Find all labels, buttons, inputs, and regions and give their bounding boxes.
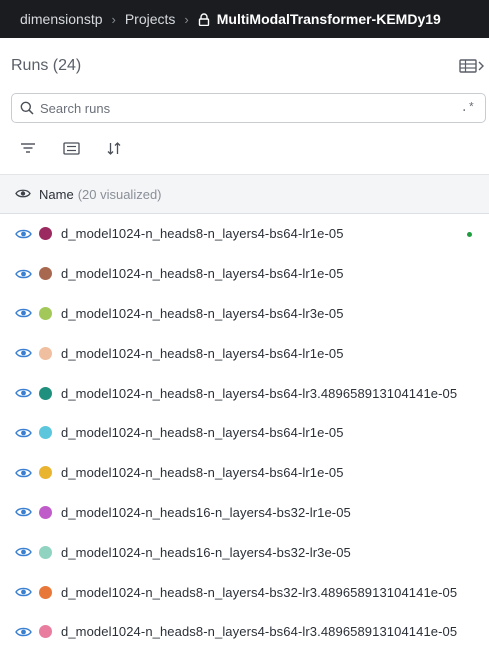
breadcrumb-separator: › <box>184 11 189 27</box>
breadcrumb-separator: › <box>111 11 116 27</box>
sort-button[interactable] <box>104 138 124 158</box>
run-color-swatch[interactable] <box>39 585 52 599</box>
run-color-swatch[interactable] <box>39 466 52 480</box>
run-name[interactable]: d_model1024-n_heads16-n_layers4-bs32-lr3… <box>61 545 351 560</box>
filter-button[interactable] <box>18 138 38 158</box>
search-input[interactable] <box>40 100 461 116</box>
table-toggle-icon <box>459 58 485 79</box>
run-color-swatch[interactable] <box>39 505 52 519</box>
eye-icon[interactable] <box>15 347 32 359</box>
eye-icon[interactable] <box>15 427 32 439</box>
run-row[interactable]: d_model1024-n_heads8-n_layers4-bs64-lr3e… <box>0 294 489 334</box>
run-row[interactable]: d_model1024-n_heads8-n_layers4-bs64-lr1e… <box>0 453 489 493</box>
breadcrumb-entity[interactable]: dimensionstp <box>20 11 103 27</box>
run-color-swatch[interactable] <box>39 346 52 360</box>
eye-icon[interactable] <box>15 586 32 598</box>
table-toggle-button[interactable] <box>459 58 485 79</box>
breadcrumb-project[interactable]: MultiModalTransformer-KEMDy19 <box>198 11 441 27</box>
runs-title: Runs (24) <box>11 57 82 74</box>
run-row[interactable]: d_model1024-n_heads16-n_layers4-bs32-lr1… <box>0 493 489 533</box>
run-color-swatch[interactable] <box>39 267 52 281</box>
run-color-swatch[interactable] <box>39 306 52 320</box>
eye-icon[interactable] <box>15 387 32 399</box>
run-name[interactable]: d_model1024-n_heads16-n_layers4-bs32-lr1… <box>61 505 351 520</box>
eye-icon[interactable] <box>15 228 32 240</box>
eye-icon[interactable] <box>15 187 31 202</box>
breadcrumb-projects[interactable]: Projects <box>125 11 176 27</box>
run-name[interactable]: d_model1024-n_heads8-n_layers4-bs64-lr1e… <box>61 226 344 241</box>
eye-icon[interactable] <box>15 268 32 280</box>
run-name[interactable]: d_model1024-n_heads8-n_layers4-bs64-lr3.… <box>61 386 457 401</box>
group-icon <box>62 141 80 155</box>
group-button[interactable] <box>61 138 81 158</box>
run-color-swatch[interactable] <box>39 386 52 400</box>
run-name[interactable]: d_model1024-n_heads8-n_layers4-bs64-lr1e… <box>61 425 344 440</box>
search-box: .* <box>11 93 486 123</box>
visualized-count: (20 visualized) <box>77 186 162 202</box>
run-name[interactable]: d_model1024-n_heads8-n_layers4-bs64-lr1e… <box>61 266 344 281</box>
run-name[interactable]: d_model1024-n_heads8-n_layers4-bs64-lr1e… <box>61 346 344 361</box>
run-row[interactable]: d_model1024-n_heads8-n_layers4-bs64-lr3.… <box>0 612 489 646</box>
sort-icon <box>107 141 121 155</box>
run-row[interactable]: d_model1024-n_heads8-n_layers4-bs64-lr1e… <box>0 254 489 294</box>
lock-icon <box>198 12 210 26</box>
running-status-dot <box>467 232 472 237</box>
run-name[interactable]: d_model1024-n_heads8-n_layers4-bs64-lr1e… <box>61 465 344 480</box>
run-row[interactable]: d_model1024-n_heads8-n_layers4-bs64-lr3.… <box>0 373 489 413</box>
run-name[interactable]: d_model1024-n_heads8-n_layers4-bs32-lr3.… <box>61 585 457 600</box>
run-name[interactable]: d_model1024-n_heads8-n_layers4-bs64-lr3e… <box>61 306 344 321</box>
eye-icon[interactable] <box>15 506 32 518</box>
eye-icon[interactable] <box>15 307 32 319</box>
run-row[interactable]: d_model1024-n_heads16-n_layers4-bs32-lr3… <box>0 532 489 572</box>
run-name[interactable]: d_model1024-n_heads8-n_layers4-bs64-lr3.… <box>61 624 457 639</box>
regex-toggle[interactable]: .* <box>461 101 475 115</box>
run-row[interactable]: d_model1024-n_heads8-n_layers4-bs64-lr1e… <box>0 214 489 254</box>
run-row[interactable]: d_model1024-n_heads8-n_layers4-bs32-lr3.… <box>0 572 489 612</box>
eye-icon[interactable] <box>15 546 32 558</box>
search-icon <box>20 101 34 115</box>
name-column-label[interactable]: Name <box>39 187 74 202</box>
eye-icon[interactable] <box>15 467 32 479</box>
run-row[interactable]: d_model1024-n_heads8-n_layers4-bs64-lr1e… <box>0 413 489 453</box>
top-bar: dimensionstp › Projects › MultiModalTran… <box>0 0 489 38</box>
run-color-swatch[interactable] <box>39 545 52 559</box>
runs-column-header: Name (20 visualized) <box>0 174 489 214</box>
run-row[interactable]: d_model1024-n_heads8-n_layers4-bs64-lr1e… <box>0 333 489 373</box>
eye-icon[interactable] <box>15 626 32 638</box>
filter-icon <box>21 143 35 153</box>
runs-toolbar <box>18 138 147 158</box>
run-color-swatch[interactable] <box>39 625 52 639</box>
runs-list: d_model1024-n_heads8-n_layers4-bs64-lr1e… <box>0 214 489 646</box>
project-name: MultiModalTransformer-KEMDy19 <box>216 11 441 27</box>
run-color-swatch[interactable] <box>39 227 52 241</box>
run-color-swatch[interactable] <box>39 426 52 440</box>
